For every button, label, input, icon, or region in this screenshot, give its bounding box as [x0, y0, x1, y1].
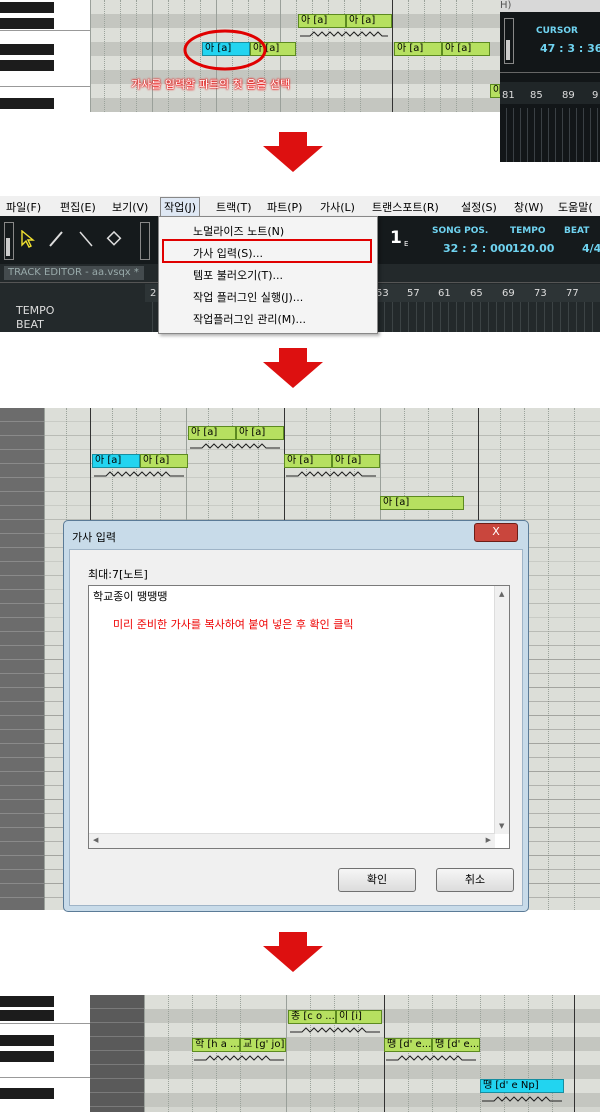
- note[interactable]: 아 [a]: [284, 454, 332, 468]
- dialog-title: 가사 입력: [72, 531, 116, 544]
- menu-item-load-tempo[interactable]: 템포 불러오기(T)...: [193, 267, 283, 283]
- menu-job[interactable]: 작업(J): [160, 197, 201, 217]
- vibrato-line: [290, 1027, 380, 1033]
- lyrics-textarea[interactable]: 학교종이 땡땡땡 미리 준비한 가사를 복사하여 붙여 넣은 후 확인 클릭 ▲…: [88, 585, 510, 849]
- scroll-down-icon[interactable]: ▼: [499, 822, 504, 830]
- menu-lyrics[interactable]: 가사(L): [320, 199, 355, 215]
- cancel-button[interactable]: 취소: [436, 868, 514, 892]
- note[interactable]: 교 [g' jo]: [240, 1038, 286, 1052]
- menu-track[interactable]: 트랙(T): [216, 199, 252, 215]
- selected-note[interactable]: 아 [a]: [92, 454, 140, 468]
- note[interactable]: 이 [i]: [336, 1010, 382, 1024]
- menu-window[interactable]: 창(W): [514, 199, 544, 215]
- track-label-tempo: TEMPO: [16, 304, 55, 317]
- ruler-tick: 9: [592, 90, 599, 101]
- note[interactable]: 아 [a]: [188, 426, 236, 440]
- scroll-up-icon[interactable]: ▲: [499, 590, 504, 598]
- note[interactable]: 아 [a]: [346, 14, 392, 28]
- vibrato-line: [482, 1096, 562, 1102]
- vibrato-line: [386, 1055, 476, 1061]
- vibrato-line: [194, 1055, 284, 1061]
- note[interactable]: 아 [a]: [332, 454, 380, 468]
- vibrato-line: [286, 471, 376, 477]
- ruler-tick: 69: [502, 288, 515, 299]
- note[interactable]: 학 [h a ...: [192, 1038, 240, 1052]
- eraser-tool-icon[interactable]: [106, 230, 122, 248]
- selected-note[interactable]: 땡 [d' e Np]: [480, 1079, 564, 1093]
- note[interactable]: 아 [a]: [490, 84, 500, 98]
- song-pos-value: 32 : 2 : 000: [443, 242, 514, 255]
- close-icon[interactable]: X: [474, 523, 518, 542]
- pencil-tool-icon[interactable]: [48, 230, 64, 248]
- tempo-label: TEMPO: [510, 226, 546, 236]
- vertical-scrollbar[interactable]: ▲ ▼: [494, 586, 509, 834]
- menu-file[interactable]: 파일(F): [6, 199, 41, 215]
- lyrics-text: 학교종이 땡땡땡: [93, 590, 168, 603]
- note[interactable]: 아 [a]: [236, 426, 284, 440]
- panel-header: H): [500, 0, 600, 12]
- menu-item-run-plugin[interactable]: 작업 플러그인 실행(J)...: [193, 289, 303, 305]
- note[interactable]: 아 [a]: [140, 454, 188, 468]
- ruler-tick: 85: [530, 90, 543, 101]
- ruler-tick: 61: [438, 288, 451, 299]
- beat-value: 4/4: [582, 242, 600, 255]
- menu-item-normalize[interactable]: 노멀라이즈 노트(N): [193, 223, 284, 239]
- ruler-tick: 73: [534, 288, 547, 299]
- step4-piano-roll: 종 [c o ... 이 [i] 학 [h a ... 교 [g' jo] 땡 …: [0, 995, 600, 1112]
- ruler-tick: 2: [150, 288, 157, 299]
- menu-settings[interactable]: 설정(S): [461, 199, 497, 215]
- menu-part[interactable]: 파트(P): [267, 199, 302, 215]
- vibrato-line: [300, 31, 388, 37]
- down-arrow-icon: [263, 348, 323, 388]
- instruction-text: 미리 준비한 가사를 복사하여 붙여 넣은 후 확인 클릭: [113, 618, 354, 631]
- note[interactable]: 땡 [d' e...: [432, 1038, 480, 1052]
- horizontal-scrollbar[interactable]: ◀ ▶: [89, 833, 495, 848]
- song-pos-label: SONG POS.: [432, 226, 489, 236]
- ruler-tick: 81: [502, 90, 515, 101]
- ruler-tick: 57: [407, 288, 420, 299]
- beat-label: BEAT: [564, 226, 590, 236]
- note[interactable]: 아 [a]: [380, 496, 464, 510]
- menu-item-manage-plugin[interactable]: 작업플러그인 관리(M)...: [193, 311, 306, 327]
- track-label-beat: BEAT: [16, 318, 44, 331]
- scroll-left-icon[interactable]: ◀: [93, 836, 98, 844]
- selection-circle: [183, 29, 267, 71]
- cursor-label: CURSOR: [536, 26, 578, 36]
- menu-help[interactable]: 도움말(: [558, 199, 593, 215]
- menu-bar: 파일(F) 편집(E) 보기(V) 작업(J) 트랙(T) 파트(P) 가사(L…: [0, 196, 600, 217]
- lyrics-input-dialog: 가사 입력 X 최대:7[노트] 학교종이 땡땡땡 미리 준비한 가사를 복사하…: [63, 520, 529, 912]
- note[interactable]: 아 [a]: [298, 14, 346, 28]
- down-arrow-icon: [263, 132, 323, 172]
- step1-piano-roll: 아 [a] 아 [a] 아 [a] 아 [a] 아 [a] 아 [a] 아 [a…: [0, 0, 500, 112]
- measure-display: 1: [390, 228, 402, 248]
- note[interactable]: 아 [a]: [394, 42, 442, 56]
- note[interactable]: 종 [c o ...: [288, 1010, 336, 1024]
- menu-edit[interactable]: 편집(E): [60, 199, 96, 215]
- ruler-tick: 77: [566, 288, 579, 299]
- highlight-box: [162, 239, 372, 263]
- vibrato-line: [94, 471, 184, 477]
- ruler-tick: 89: [562, 90, 575, 101]
- cursor-value: 47 : 3 : 360: [540, 42, 600, 55]
- scroll-right-icon[interactable]: ▶: [486, 836, 491, 844]
- note[interactable]: 아 [a]: [442, 42, 490, 56]
- cursor-panel: H) CURSOR 47 : 3 : 360 81 85 89 9: [500, 0, 600, 162]
- line-tool-icon[interactable]: [78, 230, 94, 248]
- menu-transport[interactable]: 트랜스포트(R): [372, 199, 439, 215]
- arrow-tool-icon[interactable]: [20, 230, 36, 248]
- max-notes-label: 최대:7[노트]: [88, 568, 148, 581]
- ruler-tick: 65: [470, 288, 483, 299]
- job-menu-dropdown: 노멀라이즈 노트(N) 가사 입력(S)... 템포 불러오기(T)... 작업…: [158, 216, 378, 334]
- instruction-text: 가사를 입력할 파트의 첫 음을 선택: [131, 78, 291, 91]
- down-arrow-icon: [263, 932, 323, 972]
- menu-view[interactable]: 보기(V): [112, 199, 148, 215]
- ok-button[interactable]: 확인: [338, 868, 416, 892]
- note[interactable]: 땡 [d' e...: [384, 1038, 432, 1052]
- tempo-value: 120.00: [512, 242, 555, 255]
- vibrato-line: [190, 443, 280, 449]
- track-editor-title: TRACK EDITOR - aa.vsqx *: [8, 267, 139, 278]
